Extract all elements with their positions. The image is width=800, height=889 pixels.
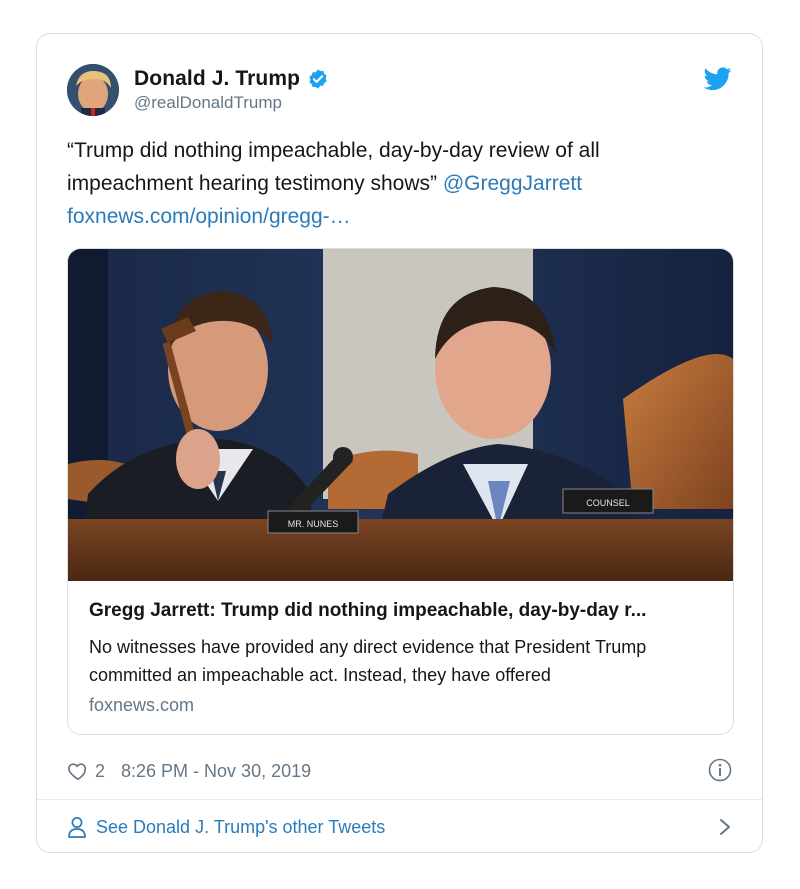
verified-badge-icon [307,68,329,90]
placard-right-text: COUNSEL [586,498,630,508]
author-block[interactable]: Donald J. Trump @realDonaldTrump [134,66,554,116]
see-other-tweets-link[interactable]: See Donald J. Trump's other Tweets [67,813,732,841]
chevron-right-icon [718,817,732,837]
card-image: MR. NUNES COUNSEL [68,249,733,581]
link-preview-card[interactable]: MR. NUNES COUNSEL Gregg Jarrett: Trump d… [67,248,734,735]
avatar-image [67,64,119,116]
placard-left-text: MR. NUNES [288,519,339,529]
tweet-text: “Trump did nothing impeachable, day-by-d… [67,134,727,233]
article-link[interactable]: foxnews.com/opinion/gregg-… [67,205,351,228]
mention-link[interactable]: @GreggJarrett [443,172,582,195]
handle[interactable]: @realDonaldTrump [134,93,554,113]
display-name[interactable]: Donald J. Trump [134,67,300,91]
card-title[interactable]: Gregg Jarrett: Trump did nothing impeach… [89,600,719,622]
avatar[interactable] [67,64,119,116]
footer-divider [37,799,762,800]
see-other-tweets-label[interactable]: See Donald J. Trump's other Tweets [96,817,385,838]
heart-icon[interactable] [67,760,89,782]
display-name-row: Donald J. Trump [134,66,554,92]
tweet-card: Donald J. Trump @realDonaldTrump “Trump … [36,33,763,853]
info-icon[interactable] [708,758,732,782]
card-description: No witnesses have provided any direct ev… [89,637,647,685]
person-icon [67,816,87,838]
twitter-bird-icon[interactable] [703,67,732,91]
like-count[interactable]: 2 [95,761,105,782]
timestamp[interactable]: 8:26 PM - Nov 30, 2019 [121,761,311,782]
tweet-meta-row: 2 8:26 PM - Nov 30, 2019 [67,758,311,784]
card-domain: foxnews.com [89,695,195,715]
